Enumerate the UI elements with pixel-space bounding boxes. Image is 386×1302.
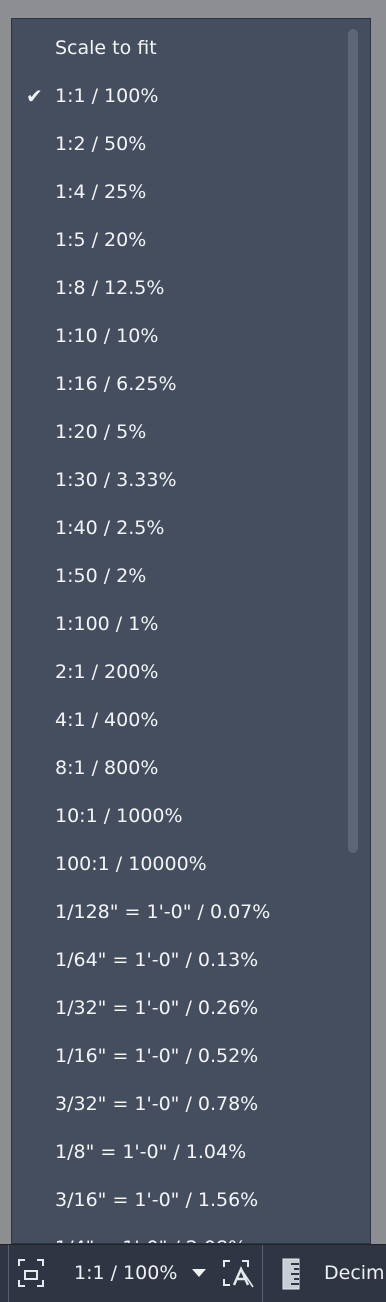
scale-option[interactable]: 1:16 / 6.25% [12,360,342,408]
scale-option[interactable]: 3/32" = 1'-0" / 0.78% [12,1080,342,1128]
scale-option[interactable]: 1/16" = 1'-0" / 0.52% [12,1032,342,1080]
scale-option[interactable]: ✔ 1:1 / 100% [12,72,342,120]
scale-option[interactable]: 1:8 / 12.5% [12,264,342,312]
scale-option[interactable]: 1/4" = 1'-0" / 2.08% [12,1224,342,1243]
scale-option[interactable]: 4:1 / 400% [12,696,342,744]
viewport-frame-icon[interactable] [16,1245,62,1302]
scale-option[interactable]: 1:100 / 1% [12,600,342,648]
scale-option-label: 2:1 / 200% [55,661,159,683]
scale-option-label: 1:5 / 20% [55,229,147,251]
scale-option-label: 1:20 / 5% [55,421,147,443]
status-bar: 1:1 / 100% Decim [0,1244,386,1302]
scale-option-label: 100:1 / 10000% [55,853,207,875]
scale-option-label: 1/64" = 1'-0" / 0.13% [55,949,259,971]
scale-dropdown-menu[interactable]: Scale to fit ✔ 1:1 / 100% 1:2 / 50% 1:4 / 25… [11,18,371,1244]
ruler-icon[interactable] [270,1245,314,1302]
scale-option[interactable]: 1:5 / 20% [12,216,342,264]
scale-option[interactable]: 2:1 / 200% [12,648,342,696]
dropdown-caret-icon [192,1269,206,1277]
scale-option-label: Scale to fit [55,37,157,59]
annotation-scale-svg [223,1260,254,1288]
scale-options-list: Scale to fit ✔ 1:1 / 100% 1:2 / 50% 1:4 / 25… [12,24,342,1243]
scale-option[interactable]: 1:4 / 25% [12,168,342,216]
scale-option-label: 4:1 / 400% [55,709,159,731]
scale-option[interactable]: 1/8" = 1'-0" / 1.04% [12,1128,342,1176]
ruler-svg [282,1258,300,1290]
scale-option-label: 10:1 / 1000% [55,805,183,827]
scale-option-label: 3/16" = 1'-0" / 1.56% [55,1189,259,1211]
scale-option[interactable]: 1:50 / 2% [12,552,342,600]
scale-option-label: 8:1 / 800% [55,757,159,779]
scale-option[interactable]: 100:1 / 10000% [12,840,342,888]
scale-option[interactable]: Scale to fit [12,24,342,72]
scale-option[interactable]: 3/16" = 1'-0" / 1.56% [12,1176,342,1224]
scale-option-label: 1:30 / 3.33% [55,469,177,491]
scale-option-label: 1:4 / 25% [55,181,147,203]
scale-option-label: 1/16" = 1'-0" / 0.52% [55,1045,259,1067]
scale-option[interactable]: 1/128" = 1'-0" / 0.07% [12,888,342,936]
annotation-scale-icon[interactable] [214,1245,263,1302]
scale-option[interactable]: 8:1 / 800% [12,744,342,792]
scale-option[interactable]: 1:30 / 3.33% [12,456,342,504]
scale-option-label: 1/32" = 1'-0" / 0.26% [55,997,259,1019]
scale-option[interactable]: 1/32" = 1'-0" / 0.26% [12,984,342,1032]
scale-selector-value: 1:1 / 100% [74,1262,178,1284]
scale-option-label: 1:2 / 50% [55,133,147,155]
scale-option-label: 1:10 / 10% [55,325,159,347]
scale-option[interactable]: 1:20 / 5% [12,408,342,456]
scale-option-label: 1:100 / 1% [55,613,159,635]
scale-option-label: 1:16 / 6.25% [55,373,177,395]
scale-option-label: 1/128" = 1'-0" / 0.07% [55,901,271,923]
scale-option-label: 1/4" = 1'-0" / 2.08% [55,1237,246,1243]
menu-scrollbar[interactable] [348,29,358,1239]
scale-option-label: 1:40 / 2.5% [55,517,165,539]
scale-option-label: 1:50 / 2% [55,565,147,587]
menu-scrollbar-thumb[interactable] [348,29,358,853]
checkmark-icon: ✔ [26,84,43,108]
units-selector-label: Decim [324,1262,385,1284]
scale-option-label: 1:8 / 12.5% [55,277,165,299]
statusbar-left-edge [0,1245,9,1302]
scale-option[interactable]: 1:10 / 10% [12,312,342,360]
scale-option-label: 1:1 / 100% [55,85,159,107]
viewport-frame-svg [18,1259,44,1287]
scale-option-label: 1/8" = 1'-0" / 1.04% [55,1141,247,1163]
scale-option[interactable]: 1:2 / 50% [12,120,342,168]
units-selector-button[interactable]: Decim [316,1245,386,1302]
scale-option[interactable]: 1:40 / 2.5% [12,504,342,552]
scale-option[interactable]: 1/64" = 1'-0" / 0.13% [12,936,342,984]
scale-option[interactable]: 10:1 / 1000% [12,792,342,840]
scale-selector-button[interactable]: 1:1 / 100% [64,1245,214,1302]
scale-option-label: 3/32" = 1'-0" / 0.78% [55,1093,259,1115]
